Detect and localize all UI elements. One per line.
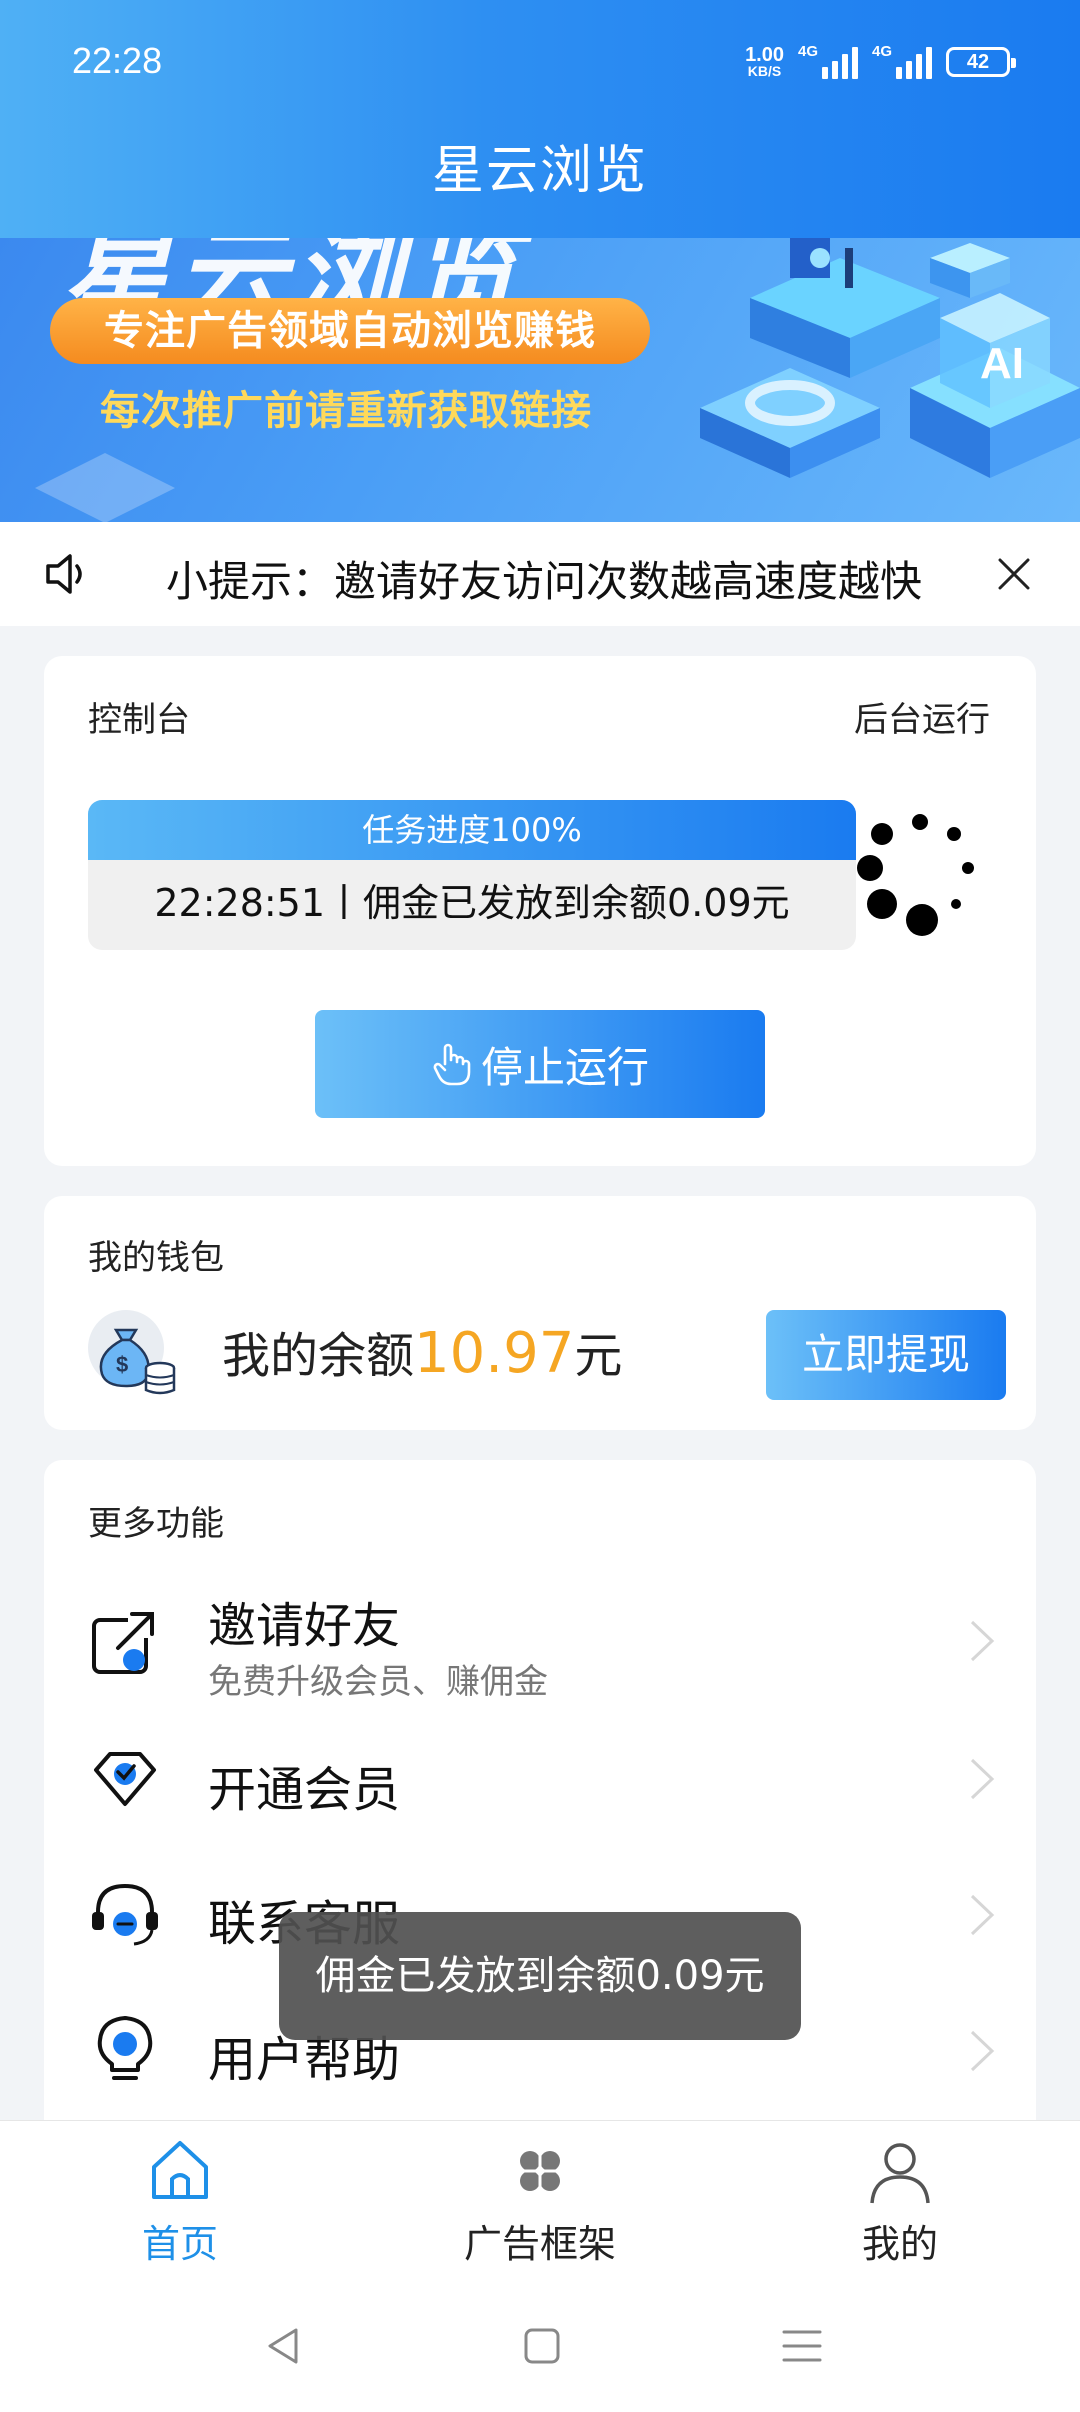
balance-prefix: 我的余额 <box>222 1328 415 1384</box>
background-run-link[interactable]: 后台运行 <box>854 692 990 741</box>
menu-label: 邀请好友 <box>208 1598 401 1654</box>
chevron-right-icon <box>970 1894 995 1936</box>
signal-type-label: 4G <box>798 43 819 60</box>
svg-text:$: $ <box>116 1352 128 1377</box>
battery-level: 42 <box>966 50 990 73</box>
banner-decoration-icon <box>35 453 175 522</box>
task-status-message: 22:28:51丨佣金已发放到余额0.09元 <box>154 881 790 925</box>
signal-strength-icon: 4G <box>798 43 858 79</box>
vip-diamond-icon <box>94 1752 156 1806</box>
balance-unit: 元 <box>574 1328 623 1384</box>
loading-spinner-icon <box>857 814 974 936</box>
menu-sublabel: 免费升级会员、赚佣金 <box>208 1662 548 1702</box>
tab-mine-label: 我的 <box>861 2222 938 2266</box>
battery-icon: 42 <box>946 47 1016 77</box>
home-button-icon[interactable] <box>520 2324 564 2368</box>
banner-notice: 每次推广前请重新获取链接 <box>100 388 592 434</box>
banner-ai-label: AI <box>980 339 1024 388</box>
status-time: 22:28 <box>72 40 163 81</box>
lightbulb-icon <box>97 2016 153 2080</box>
menu-icon[interactable] <box>780 2324 824 2368</box>
network-speed-value: 1.00 <box>745 44 784 66</box>
withdraw-button[interactable]: 立即提现 <box>766 1310 1006 1400</box>
signal-type-label: 4G <box>872 43 893 60</box>
headset-icon <box>92 1883 158 1946</box>
system-navigation-bar <box>0 2280 1080 2412</box>
tip-text: 小提示：邀请好友访问次数越高速度越快 <box>166 557 923 606</box>
share-icon <box>92 1608 162 1674</box>
menu-label: 开通会员 <box>208 1762 401 1818</box>
network-speed: 1.00 KB/S <box>745 44 784 79</box>
hand-pointer-icon <box>433 1043 471 1086</box>
task-progress-bar: 任务进度100% <box>88 800 856 860</box>
console-title: 控制台 <box>88 700 190 740</box>
signal-strength-icon: 4G <box>872 43 932 79</box>
chevron-right-icon <box>970 2030 995 2072</box>
promo-banner[interactable]: 星云浏览 专注广告领域自动浏览赚钱 每次推广前请重新获取链接 AI <box>0 238 1080 522</box>
bottom-tab-bar: 首页 广告框架 我的 <box>0 2120 1080 2280</box>
tab-ad-framework-label: 广告框架 <box>463 2222 616 2266</box>
balance-display: 我的余额10.97元 <box>222 1316 622 1386</box>
banner-slogan: 专注广告领域自动浏览赚钱 <box>50 298 650 364</box>
status-bar: 22:28 1.00 KB/S 4G 4G 42 <box>0 0 1080 120</box>
console-card: 控制台 后台运行 任务进度100% 22:28:51丨佣金已发放到余额0.09元… <box>44 656 1036 1166</box>
money-bag-icon: $ <box>88 1310 176 1395</box>
tip-notice-bar: 小提示：邀请好友访问次数越高速度越快 <box>0 522 1080 626</box>
back-icon[interactable] <box>262 2324 306 2368</box>
user-icon <box>870 2143 930 2204</box>
tab-home[interactable]: 首页 <box>30 2121 330 2281</box>
balance-amount: 10.97 <box>414 1321 575 1386</box>
speaker-icon <box>46 554 82 594</box>
page-title: 星云浏览 <box>431 141 648 201</box>
stop-running-button[interactable]: 停止运行 <box>315 1010 765 1118</box>
task-progress-panel: 任务进度100% 22:28:51丨佣金已发放到余额0.09元 <box>88 800 856 950</box>
menu-item-invite-friends[interactable]: 邀请好友 免费升级会员、赚佣金 <box>44 1570 1036 1710</box>
wallet-card: 我的钱包 $ 我的余额10.97元 立即提现 <box>44 1196 1036 1430</box>
chevron-right-icon <box>970 1620 995 1662</box>
more-features-title: 更多功能 <box>88 1504 224 1544</box>
tab-home-label: 首页 <box>141 2222 218 2266</box>
server-illustration-icon: AI <box>700 238 1080 478</box>
app-header: 22:28 1.00 KB/S 4G 4G 42 星云浏览 <box>0 0 1080 238</box>
tab-mine[interactable]: 我的 <box>750 2121 1050 2281</box>
status-indicators: 1.00 KB/S 4G 4G 42 <box>745 38 1016 86</box>
toast-message: 佣金已发放到余额0.09元 <box>279 1912 801 2040</box>
tab-ad-framework[interactable]: 广告框架 <box>390 2121 690 2281</box>
grid-icon <box>520 2151 560 2191</box>
chevron-right-icon <box>970 1758 995 1800</box>
network-speed-unit: KB/S <box>747 63 782 79</box>
home-icon <box>152 2141 208 2199</box>
close-icon[interactable] <box>994 554 1034 594</box>
menu-item-open-vip[interactable]: 开通会员 <box>44 1710 1036 1850</box>
wallet-title: 我的钱包 <box>88 1238 224 1278</box>
stop-running-label: 停止运行 <box>480 1042 649 1092</box>
